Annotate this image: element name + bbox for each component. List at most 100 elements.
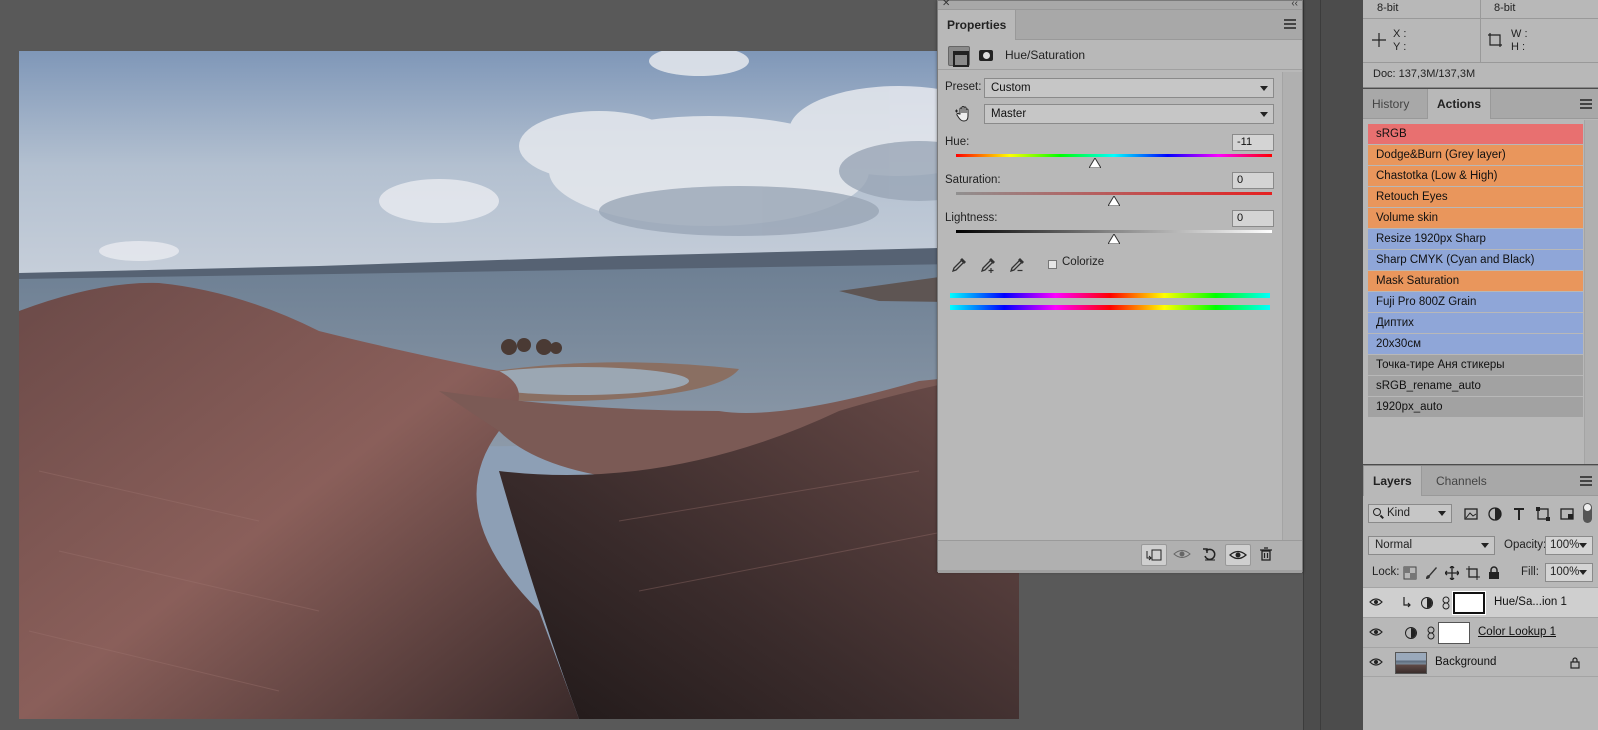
collapse-panel-icon[interactable]: ‹‹ (1291, 0, 1298, 9)
chevron-down-icon (1260, 112, 1268, 117)
layer-name[interactable]: Color Lookup 1 (1478, 626, 1556, 638)
saturation-label: Saturation: (945, 174, 1001, 186)
action-item[interactable]: sRGB_rename_auto (1368, 376, 1583, 396)
action-item[interactable]: Точка-тире Аня стикеры (1368, 355, 1583, 375)
action-item[interactable]: Mask Saturation (1368, 271, 1583, 291)
visibility-eye-icon[interactable] (1369, 597, 1383, 607)
view-previous-state-button[interactable] (1169, 544, 1195, 566)
visibility-toggle-button[interactable] (1225, 544, 1251, 566)
opacity-input[interactable]: 100% (1545, 536, 1593, 555)
tab-history[interactable]: History (1363, 89, 1418, 119)
preset-select[interactable]: Custom (984, 78, 1274, 98)
filter-type-icon[interactable] (1511, 506, 1527, 522)
eyedropper-minus-icon[interactable] (1007, 255, 1027, 275)
tab-actions[interactable]: Actions (1427, 89, 1492, 119)
fill-label: Fill: (1521, 566, 1539, 578)
action-item[interactable]: Volume skin (1368, 208, 1583, 228)
lock-all-icon[interactable] (1487, 566, 1501, 580)
filter-adjustment-icon[interactable] (1487, 506, 1503, 522)
layer-row-color-lookup[interactable]: Color Lookup 1 (1363, 617, 1598, 647)
colorize-checkbox[interactable] (1048, 260, 1057, 269)
lightness-slider-thumb[interactable] (1108, 234, 1120, 244)
lightness-slider-track[interactable] (956, 230, 1272, 233)
crosshair-icon (1372, 33, 1386, 47)
tab-layers[interactable]: Layers (1363, 466, 1422, 496)
mask-link-icon[interactable] (1427, 626, 1435, 640)
layer-row-background[interactable]: Background (1363, 647, 1598, 677)
mask-icon[interactable] (976, 46, 998, 66)
layer-name[interactable]: Background (1435, 656, 1496, 668)
eyedropper-icon[interactable] (949, 255, 969, 275)
layer-row-hue-saturation[interactable]: Hue/Sa...ion 1 (1363, 587, 1598, 617)
panel-menu-icon[interactable] (1284, 19, 1296, 31)
filter-shape-icon[interactable] (1535, 506, 1551, 522)
channel-select[interactable]: Master (984, 104, 1274, 124)
lock-brush-icon[interactable] (1424, 566, 1438, 580)
y-coordinate-label: Y : (1393, 41, 1407, 53)
eyedropper-plus-icon[interactable] (978, 255, 998, 275)
width-label: W : (1511, 28, 1528, 40)
panel-menu-icon[interactable] (1580, 476, 1592, 488)
clip-to-layer-button[interactable] (1141, 544, 1167, 566)
saturation-slider-thumb[interactable] (1108, 196, 1120, 206)
photo-landscape[interactable] (19, 51, 1019, 719)
lock-artboard-icon[interactable] (1466, 566, 1480, 580)
colorize-label: Colorize (1062, 256, 1105, 268)
layer-lock-icon[interactable] (1570, 657, 1580, 669)
background-layer-thumbnail[interactable] (1395, 652, 1427, 674)
tab-properties[interactable]: Properties (938, 10, 1016, 40)
close-panel-icon[interactable]: ✕ (942, 0, 950, 9)
adjustment-layer-icon (1421, 597, 1433, 609)
action-item[interactable]: Resize 1920px Sharp (1368, 229, 1583, 249)
blend-mode-select[interactable]: Normal (1368, 536, 1495, 555)
visibility-eye-icon[interactable] (1369, 657, 1383, 667)
actions-scrollbar[interactable] (1584, 120, 1598, 464)
action-item[interactable]: Диптих (1368, 313, 1583, 333)
chevron-down-icon (1438, 511, 1446, 516)
action-item[interactable]: Sharp CMYK (Cyan and Black) (1368, 250, 1583, 270)
action-item[interactable]: Retouch Eyes (1368, 187, 1583, 207)
action-item[interactable]: sRGB (1368, 124, 1583, 144)
layer-mask-thumbnail[interactable] (1452, 591, 1486, 615)
delete-adjustment-button[interactable] (1253, 544, 1279, 566)
filter-kind-select[interactable]: Kind (1368, 504, 1452, 523)
fill-value: 100% (1550, 566, 1580, 578)
layer-mask-thumbnail[interactable] (1438, 622, 1470, 644)
action-item[interactable]: 1920px_auto (1368, 397, 1583, 417)
height-label: H : (1511, 41, 1526, 53)
properties-panel[interactable]: ✕ ‹‹ Properties Hue/Saturation Preset: C… (937, 0, 1303, 573)
mask-link-icon[interactable] (1442, 596, 1450, 610)
action-item[interactable]: Dodge&Burn (Grey layer) (1368, 145, 1583, 165)
layers-panel: Layers Channels Kind Normal Opacity: 100… (1363, 465, 1598, 730)
targeted-adjustment-hand-icon[interactable] (955, 105, 973, 123)
panel-resize-grip[interactable] (938, 570, 1302, 573)
saturation-input[interactable]: 0 (1232, 172, 1274, 189)
action-item[interactable]: Chastotka (Low & High) (1368, 166, 1583, 186)
saturation-slider-track[interactable] (956, 192, 1272, 195)
layer-name[interactable]: Hue/Sa...ion 1 (1494, 596, 1567, 608)
preset-label: Preset: (945, 81, 982, 93)
properties-scrollbar[interactable] (1282, 72, 1302, 540)
action-item[interactable]: Fuji Pro 800Z Grain (1368, 292, 1583, 312)
hue-saturation-icon[interactable] (948, 46, 970, 67)
hue-slider-thumb[interactable] (1089, 158, 1102, 168)
fill-input[interactable]: 100% (1545, 563, 1593, 582)
adjustment-title: Hue/Saturation (1005, 48, 1086, 62)
panel-menu-icon[interactable] (1580, 99, 1592, 111)
filter-smart-object-icon[interactable] (1559, 506, 1575, 522)
lightness-input[interactable]: 0 (1232, 210, 1274, 227)
reset-button[interactable] (1197, 544, 1223, 566)
hue-slider-track[interactable] (956, 154, 1272, 157)
filter-pixel-icon[interactable] (1463, 506, 1479, 522)
action-item[interactable]: 20x30см (1368, 334, 1583, 354)
hue-input[interactable]: -11 (1232, 134, 1274, 151)
bit-depth-left: 8-bit (1377, 2, 1399, 14)
filter-toggle[interactable] (1583, 503, 1592, 523)
landscape-image (19, 51, 1019, 719)
visibility-eye-icon[interactable] (1369, 627, 1383, 637)
tab-channels[interactable]: Channels (1427, 466, 1496, 496)
lock-transparent-icon[interactable] (1403, 566, 1417, 580)
chevron-down-icon (1481, 543, 1489, 548)
lightness-label: Lightness: (945, 212, 998, 224)
lock-move-icon[interactable] (1445, 566, 1459, 580)
